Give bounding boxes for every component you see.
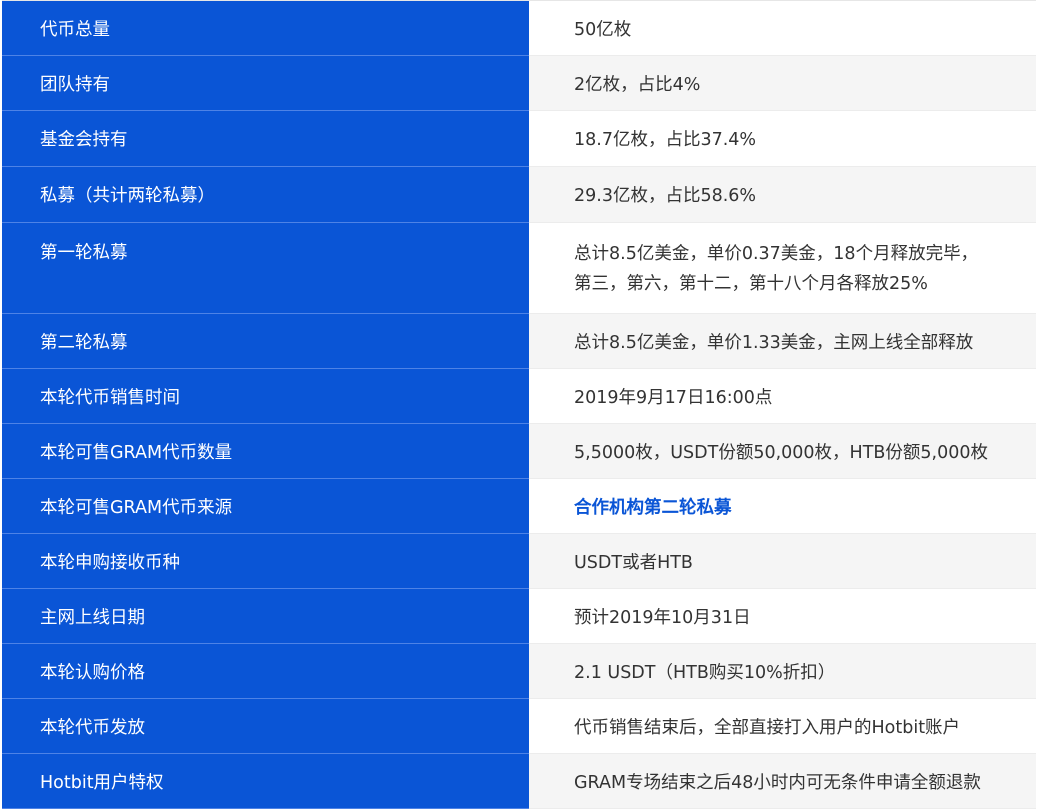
row-label: 本轮申购接收币种	[2, 534, 529, 589]
table-row: 本轮认购价格 2.1 USDT（HTB购买10%折扣）	[2, 644, 1036, 699]
table-row: 本轮可售GRAM代币数量 5,5000枚，USDT份额50,000枚，HTB份额…	[2, 424, 1036, 479]
row-value: 代币销售结束后，全部直接打入用户的Hotbit账户	[529, 699, 1036, 754]
token-info-table: 代币总量 50亿枚 团队持有 2亿枚，占比4% 基金会持有 18.7亿枚，占比3…	[2, 0, 1036, 809]
table-row: 第一轮私募 总计8.5亿美金，单价0.37美金，18个月释放完毕， 第三，第六，…	[2, 223, 1036, 314]
row-label: 本轮可售GRAM代币来源	[2, 479, 529, 534]
table-row: 本轮代币销售时间 2019年9月17日16:00点	[2, 369, 1036, 424]
row-label: 第二轮私募	[2, 314, 529, 369]
row-label: 私募（共计两轮私募）	[2, 167, 529, 223]
row-label: 本轮可售GRAM代币数量	[2, 424, 529, 479]
row-label: 团队持有	[2, 56, 529, 111]
table-row: 基金会持有 18.7亿枚，占比37.4%	[2, 111, 1036, 167]
row-value-line: 总计8.5亿美金，单价0.37美金，18个月释放完毕，	[574, 244, 979, 264]
table-row: 本轮可售GRAM代币来源 合作机构第二轮私募	[2, 479, 1036, 534]
table-row: Hotbit用户特权 GRAM专场结束之后48小时内可无条件申请全额退款	[2, 754, 1036, 809]
row-value: 总计8.5亿美金，单价1.33美金，主网上线全部释放	[529, 314, 1036, 369]
table-row: 第二轮私募 总计8.5亿美金，单价1.33美金，主网上线全部释放	[2, 314, 1036, 369]
row-value: 50亿枚	[529, 1, 1036, 56]
token-source-link[interactable]: 合作机构第二轮私募	[529, 479, 1036, 534]
row-value: USDT或者HTB	[529, 534, 1036, 589]
row-label: Hotbit用户特权	[2, 754, 529, 809]
row-label: 本轮代币销售时间	[2, 369, 529, 424]
row-value: 5,5000枚，USDT份额50,000枚，HTB份额5,000枚	[529, 424, 1036, 479]
row-value: 2019年9月17日16:00点	[529, 369, 1036, 424]
table-row: 代币总量 50亿枚	[2, 1, 1036, 56]
table-row: 主网上线日期 预计2019年10月31日	[2, 589, 1036, 644]
row-label: 第一轮私募	[2, 223, 529, 314]
row-value: 2.1 USDT（HTB购买10%折扣）	[529, 644, 1036, 699]
row-label: 主网上线日期	[2, 589, 529, 644]
row-label: 代币总量	[2, 1, 529, 56]
row-label: 本轮认购价格	[2, 644, 529, 699]
table-row: 团队持有 2亿枚，占比4%	[2, 56, 1036, 111]
row-value: GRAM专场结束之后48小时内可无条件申请全额退款	[529, 754, 1036, 809]
row-value: 总计8.5亿美金，单价0.37美金，18个月释放完毕， 第三，第六，第十二，第十…	[529, 223, 1036, 314]
table-row: 本轮申购接收币种 USDT或者HTB	[2, 534, 1036, 589]
row-value-line: 第三，第六，第十二，第十八个月各释放25%	[574, 274, 928, 294]
table-row: 本轮代币发放 代币销售结束后，全部直接打入用户的Hotbit账户	[2, 699, 1036, 754]
row-value: 18.7亿枚，占比37.4%	[529, 111, 1036, 167]
row-value: 29.3亿枚，占比58.6%	[529, 167, 1036, 223]
row-label: 本轮代币发放	[2, 699, 529, 754]
row-label: 基金会持有	[2, 111, 529, 167]
table-row: 私募（共计两轮私募） 29.3亿枚，占比58.6%	[2, 167, 1036, 223]
row-value: 2亿枚，占比4%	[529, 56, 1036, 111]
row-value: 预计2019年10月31日	[529, 589, 1036, 644]
